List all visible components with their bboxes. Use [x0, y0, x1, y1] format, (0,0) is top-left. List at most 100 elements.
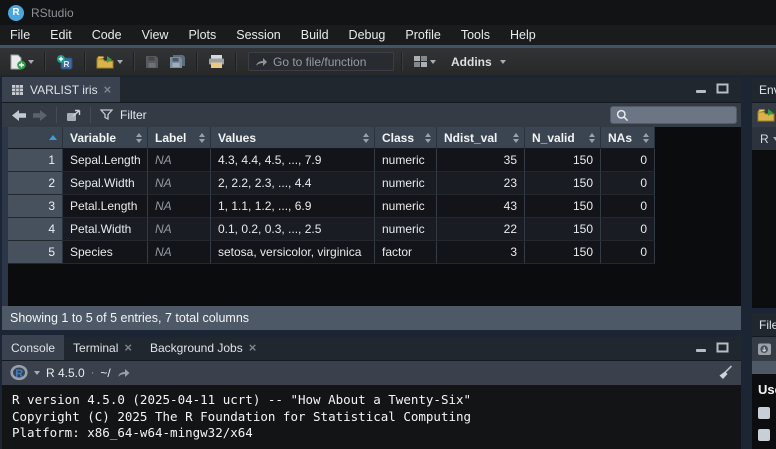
tab-console[interactable]: Console — [2, 335, 64, 360]
table-row[interactable]: 2 Sepal.Width NA 2, 2.2, 2.3, ..., 4.4 n… — [8, 172, 741, 195]
cell-variable: Petal.Length — [63, 195, 148, 218]
console-output[interactable]: R version 4.5.0 (2025-04-11 ucrt) -- "Ho… — [2, 385, 741, 449]
r-logo-icon: R — [10, 365, 28, 381]
table-search-input[interactable] — [610, 106, 737, 124]
col-header-label[interactable]: Label — [148, 127, 211, 149]
files-path-strip — [752, 361, 776, 374]
viewer-tab-label: VARLIST iris — [30, 83, 98, 97]
col-header-nas[interactable]: NAs — [601, 127, 655, 149]
sort-asc-icon — [49, 135, 57, 140]
col-header-variable[interactable]: Variable — [63, 127, 148, 149]
new-folder-icon[interactable] — [757, 342, 772, 356]
save-button[interactable] — [142, 53, 162, 71]
new-file-icon — [9, 54, 26, 70]
menu-tools[interactable]: Tools — [451, 25, 500, 45]
file-checkbox[interactable] — [758, 407, 770, 419]
minimize-icon[interactable] — [695, 343, 708, 353]
sort-icon[interactable] — [589, 133, 595, 143]
menu-debug[interactable]: Debug — [339, 25, 396, 45]
tab-environment[interactable]: Envi — [759, 83, 776, 97]
addins-caret-icon[interactable] — [500, 60, 506, 64]
open-file-button[interactable] — [93, 53, 126, 71]
print-icon — [208, 54, 225, 69]
working-directory[interactable]: ~/ — [100, 366, 110, 380]
table-row[interactable]: 3 Petal.Length NA 1, 1.1, 1.2, ..., 6.9 … — [8, 195, 741, 218]
close-icon[interactable]: × — [104, 83, 112, 96]
maximize-icon[interactable] — [716, 83, 729, 94]
viewer-toolbar: Filter — [2, 103, 741, 127]
menu-profile[interactable]: Profile — [395, 25, 450, 45]
forward-arrow-icon[interactable] — [33, 110, 47, 121]
menu-edit[interactable]: Edit — [40, 25, 82, 45]
table-row[interactable]: 4 Petal.Width NA 0.1, 0.2, 0.3, ..., 2.5… — [8, 218, 741, 241]
cell-nas: 0 — [601, 241, 655, 264]
sort-icon[interactable] — [136, 133, 142, 143]
cell-nas: 0 — [601, 218, 655, 241]
files-toolbar — [752, 337, 776, 361]
open-in-window-icon[interactable] — [66, 109, 81, 122]
load-workspace-folder-icon[interactable] — [757, 108, 776, 122]
viewer-body: Variable Label Values Class Ndist_val N_… — [2, 127, 741, 306]
goto-file-function-input[interactable]: Go to file/function — [248, 52, 394, 71]
cell-values: 1, 1.1, 1.2, ..., 6.9 — [211, 195, 375, 218]
table-row[interactable]: 1 Sepal.Length NA 4.3, 4.4, 4.5, ..., 7.… — [8, 149, 741, 172]
sort-icon[interactable] — [425, 133, 431, 143]
files-column-header[interactable]: User — [758, 382, 776, 397]
close-icon[interactable]: × — [249, 341, 257, 354]
sort-icon[interactable] — [199, 133, 205, 143]
filter-funnel-icon[interactable] — [100, 109, 113, 121]
sort-icon[interactable] — [513, 133, 519, 143]
close-icon[interactable]: × — [124, 341, 132, 354]
filter-button[interactable]: Filter — [120, 108, 147, 122]
tab-background-jobs[interactable]: Background Jobs× — [141, 335, 265, 360]
print-button[interactable] — [205, 52, 228, 71]
menu-code[interactable]: Code — [82, 25, 132, 45]
new-project-button[interactable]: R — [53, 52, 77, 72]
col-header-values[interactable]: Values — [211, 127, 375, 149]
save-all-button[interactable] — [166, 52, 189, 71]
col-header-class[interactable]: Class — [375, 127, 437, 149]
menu-session[interactable]: Session — [226, 25, 290, 45]
file-checkbox[interactable] — [758, 429, 770, 441]
cell-class: numeric — [375, 218, 437, 241]
menu-file[interactable]: File — [0, 25, 40, 45]
environment-toolbar — [752, 103, 776, 127]
broom-icon — [716, 365, 733, 380]
console-line: Platform: x86_64-w64-mingw32/x64 — [12, 425, 741, 442]
environment-scope-selector[interactable]: R — [752, 127, 776, 150]
minimize-icon[interactable] — [695, 84, 708, 94]
tab-terminal[interactable]: Terminal× — [64, 335, 141, 360]
col-header-ndist-val[interactable]: Ndist_val — [437, 127, 525, 149]
clear-console-button[interactable] — [716, 365, 733, 385]
col-header-n-valid[interactable]: N_valid — [525, 127, 601, 149]
new-file-button[interactable] — [6, 52, 37, 72]
r-version-label[interactable]: R 4.5.0 — [46, 366, 85, 380]
sort-icon[interactable] — [363, 133, 369, 143]
row-number: 5 — [8, 241, 63, 264]
cell-label: NA — [148, 172, 211, 195]
tab-files[interactable]: Files — [759, 318, 776, 332]
cell-label: NA — [148, 218, 211, 241]
rownum-header[interactable] — [8, 127, 63, 149]
environment-tabbar[interactable]: Envi — [752, 78, 776, 103]
tab-varlist-iris[interactable]: VARLIST iris × — [2, 77, 120, 102]
addins-button[interactable]: Addins — [451, 55, 492, 69]
cell-values: 4.3, 4.4, 4.5, ..., 7.9 — [211, 149, 375, 172]
table-row[interactable]: 5 Species NA setosa, versicolor, virgini… — [8, 241, 741, 264]
cell-label: NA — [148, 149, 211, 172]
maximize-icon[interactable] — [716, 342, 729, 353]
sort-icon[interactable] — [643, 133, 649, 143]
r-version-caret-icon[interactable] — [34, 371, 40, 375]
files-tabbar[interactable]: Files — [752, 313, 776, 337]
menu-help[interactable]: Help — [500, 25, 546, 45]
new-file-caret-icon[interactable] — [28, 60, 34, 64]
open-file-caret-icon[interactable] — [117, 60, 123, 64]
panes-layout-button[interactable] — [410, 53, 439, 70]
menu-build[interactable]: Build — [291, 25, 339, 45]
cell-ndist-val: 3 — [437, 241, 525, 264]
goto-directory-icon[interactable] — [117, 368, 130, 378]
back-arrow-icon[interactable] — [12, 110, 26, 121]
panes-caret-icon[interactable] — [430, 60, 436, 64]
menu-plots[interactable]: Plots — [178, 25, 226, 45]
menu-view[interactable]: View — [132, 25, 179, 45]
